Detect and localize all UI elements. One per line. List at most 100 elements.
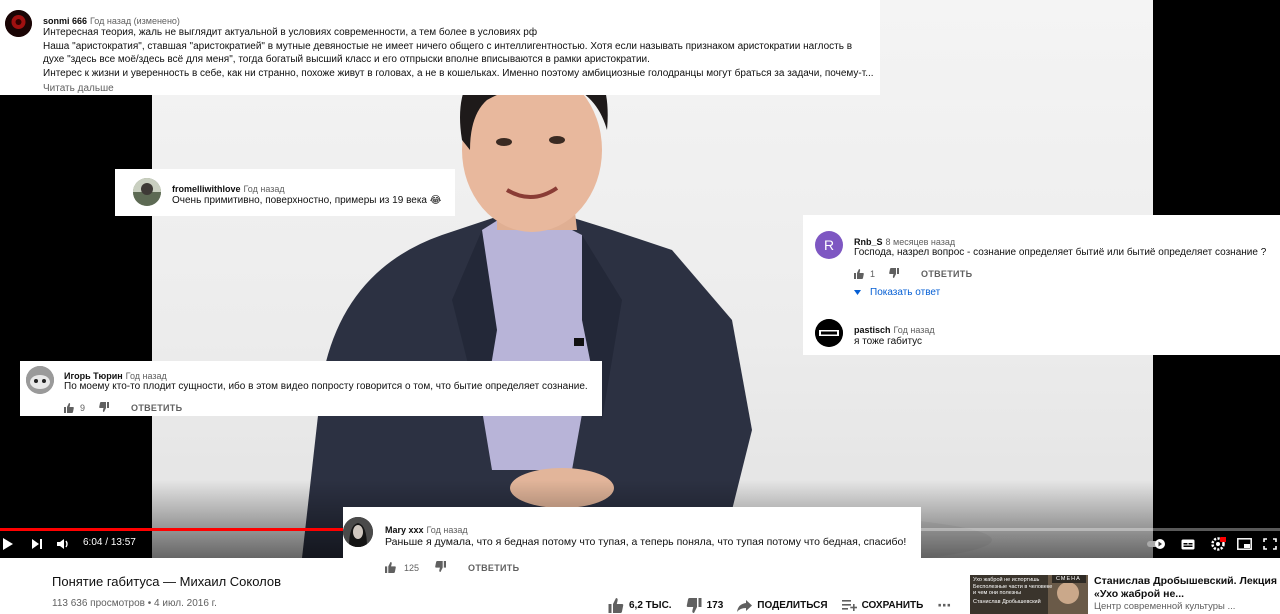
like-button[interactable]: 125 bbox=[385, 562, 419, 573]
comment-card: Игорь Тюрин Год назад По моему кто-то пло… bbox=[20, 361, 602, 416]
share-icon bbox=[737, 599, 753, 612]
fullscreen-button[interactable] bbox=[1262, 537, 1278, 551]
gear-icon bbox=[1211, 537, 1226, 551]
like-button[interactable]: 1 bbox=[854, 269, 875, 279]
reply-button[interactable]: ОТВЕТИТЬ bbox=[131, 403, 182, 413]
thumbs-down-icon bbox=[686, 598, 702, 613]
comment-card: Mary xxx Год назад Раньше я думала, что я… bbox=[343, 507, 921, 579]
avatar[interactable] bbox=[815, 319, 843, 347]
comment-author[interactable]: sonmi 666 bbox=[43, 16, 87, 26]
avatar-image bbox=[5, 10, 32, 37]
playlist-add-icon bbox=[841, 600, 857, 611]
save-label: СОХРАНИТЬ bbox=[861, 600, 924, 611]
avatar-image bbox=[133, 178, 161, 206]
comment-text: По моему кто-то плодит сущности, ибо в э… bbox=[64, 381, 588, 392]
recommended-title[interactable]: Станислав Дробышевский. Лекция «Ухо жабр… bbox=[1094, 575, 1279, 600]
comment-time[interactable]: Год назад bbox=[427, 525, 468, 535]
comment-line: Интересная теория, жаль не выглядит акту… bbox=[43, 27, 538, 38]
like-count: 9 bbox=[80, 403, 86, 413]
like-video-count: 6,2 ТЫС. bbox=[629, 600, 672, 611]
thumbnail-text: Бесполезные части в человеке и чем они п… bbox=[973, 583, 1053, 597]
comment-line: духе "здесь все моё/здесь всё для меня",… bbox=[43, 54, 650, 65]
volume-button[interactable] bbox=[55, 536, 71, 552]
avatar-image bbox=[26, 366, 54, 394]
dislike-video-button[interactable]: 173 bbox=[686, 598, 724, 613]
thumbs-up-icon bbox=[854, 269, 864, 279]
comment-text: я тоже габитус bbox=[854, 336, 923, 347]
read-more-link[interactable]: Читать дальше bbox=[43, 83, 114, 94]
subtitles-icon bbox=[1181, 539, 1195, 549]
share-label: ПОДЕЛИТЬСЯ bbox=[757, 600, 828, 611]
recommended-thumbnail[interactable]: Ухо жаброй не испортишь Бесполезные част… bbox=[970, 575, 1088, 614]
avatar[interactable] bbox=[343, 517, 373, 547]
comment-text: Раньше я думала, что я бедная потому что… bbox=[385, 536, 907, 548]
comment-panel: R Rnb_S 8 месяцев назад Господа, назрел в… bbox=[803, 215, 1280, 355]
avatar[interactable] bbox=[5, 10, 32, 37]
recommended-video[interactable]: Ухо жаброй не испортишь Бесполезные част… bbox=[970, 575, 1280, 614]
video-title: Понятие габитуса — Михаил Соколов bbox=[52, 574, 282, 589]
comment-author[interactable]: fromelliwithlove bbox=[172, 184, 241, 194]
reply-button[interactable]: ОТВЕТИТЬ bbox=[921, 269, 972, 279]
like-button[interactable]: 9 bbox=[64, 403, 85, 413]
video-actions: 6,2 ТЫС. 173 ПОДЕЛИТЬСЯ СОХРАНИТЬ ⋯ bbox=[608, 597, 965, 614]
comment-author[interactable]: Mary xxx bbox=[385, 525, 424, 535]
play-button[interactable] bbox=[0, 536, 16, 552]
comment-time[interactable]: Год назад bbox=[894, 325, 935, 335]
volume-icon bbox=[57, 539, 68, 549]
comment-card: fromelliwithlove Год назад Очень примитив… bbox=[115, 169, 455, 216]
comment-time[interactable]: Год назад bbox=[244, 184, 285, 194]
save-button[interactable]: СОХРАНИТЬ bbox=[841, 600, 924, 611]
subtitles-button[interactable] bbox=[1180, 537, 1196, 551]
recommended-channel[interactable]: Центр современной культуры ... bbox=[1094, 601, 1235, 612]
avatar-image bbox=[343, 517, 373, 547]
fullscreen-icon bbox=[1263, 538, 1277, 550]
dislike-button[interactable] bbox=[99, 402, 110, 414]
comment-text: Господа, назрел вопрос - сознание опреде… bbox=[854, 247, 1267, 258]
show-replies-label: Показать ответ bbox=[870, 287, 941, 298]
share-button[interactable]: ПОДЕЛИТЬСЯ bbox=[737, 599, 828, 612]
show-replies-button[interactable]: Показать ответ bbox=[854, 287, 940, 298]
avatar[interactable] bbox=[133, 178, 161, 206]
next-button[interactable] bbox=[29, 536, 45, 552]
comment-author[interactable]: pastisch bbox=[854, 325, 891, 335]
duration: 13:57 bbox=[110, 537, 136, 548]
thumbs-up-icon bbox=[64, 403, 74, 413]
play-icon bbox=[3, 538, 13, 550]
avatar[interactable]: R bbox=[815, 231, 843, 259]
thumbs-down-icon bbox=[99, 402, 110, 412]
miniplayer-button[interactable] bbox=[1236, 537, 1252, 551]
like-video-button[interactable]: 6,2 ТЫС. bbox=[608, 598, 672, 613]
dislike-button[interactable] bbox=[889, 268, 900, 280]
comment-line: Наша "аристократия", ставшая "аристократ… bbox=[43, 40, 853, 52]
thumbnail-text: Станислав Дробышевский bbox=[973, 598, 1041, 605]
video-meta: 113 636 просмотров • 4 июл. 2016 г. bbox=[52, 598, 217, 609]
comment-line: Интерес к жизни и уверенность в себе, ка… bbox=[43, 67, 874, 79]
comment-actions: 9 ОТВЕТИТЬ bbox=[64, 402, 182, 414]
comment-text: Очень примитивно, поверхностно, примеры … bbox=[172, 195, 442, 206]
thumbs-up-icon bbox=[385, 562, 396, 573]
more-icon: ⋯ bbox=[937, 597, 952, 613]
settings-button[interactable] bbox=[1208, 536, 1228, 552]
comment-card: sonmi 666 Год назад (изменено) Интересная… bbox=[0, 0, 880, 95]
dislike-button[interactable] bbox=[435, 561, 447, 574]
current-time: 6:04 bbox=[83, 537, 103, 548]
comment-actions: 125 ОТВЕТИТЬ bbox=[385, 561, 519, 574]
thumbnail-brand: СМЕНА bbox=[1056, 576, 1081, 582]
thumbs-down-icon bbox=[435, 561, 447, 572]
view-count: 113 636 просмотров bbox=[52, 598, 145, 609]
autoplay-toggle[interactable] bbox=[1146, 537, 1168, 551]
dislike-video-count: 173 bbox=[706, 600, 724, 611]
reply-button[interactable]: ОТВЕТИТЬ bbox=[468, 563, 519, 573]
autoplay-toggle-icon bbox=[1147, 539, 1165, 549]
comment-time[interactable]: Год назад (изменено) bbox=[90, 16, 180, 26]
miniplayer-icon bbox=[1236, 538, 1252, 550]
avatar-letter: R bbox=[823, 237, 835, 253]
avatar[interactable] bbox=[26, 366, 54, 394]
comment-actions: 1 ОТВЕТИТЬ bbox=[854, 268, 972, 280]
comment-text: Интересная теория, жаль не выглядит акту… bbox=[43, 26, 878, 80]
more-button[interactable]: ⋯ bbox=[937, 597, 951, 614]
like-count: 125 bbox=[404, 562, 420, 573]
chevron-down-icon bbox=[854, 290, 861, 295]
thumbs-down-icon bbox=[889, 268, 900, 278]
avatar-image bbox=[815, 319, 843, 347]
